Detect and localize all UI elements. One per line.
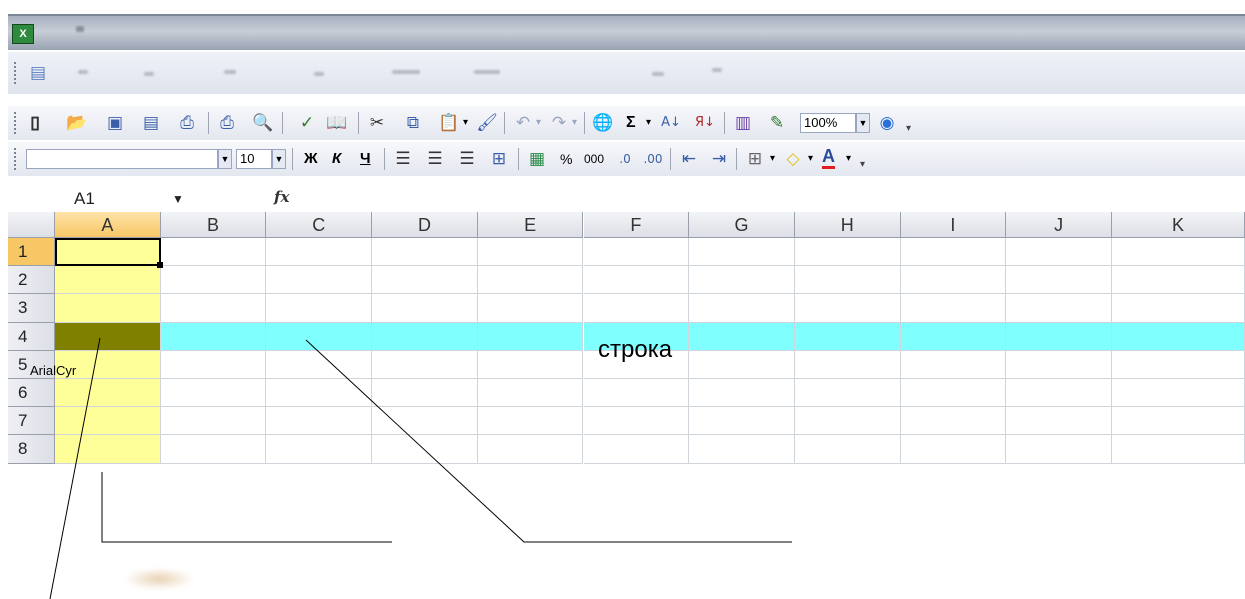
annotation-lines xyxy=(49,337,792,599)
row-pointer-line xyxy=(305,339,792,543)
column-pointer-line xyxy=(49,337,101,599)
column-bracket-line xyxy=(101,472,392,543)
